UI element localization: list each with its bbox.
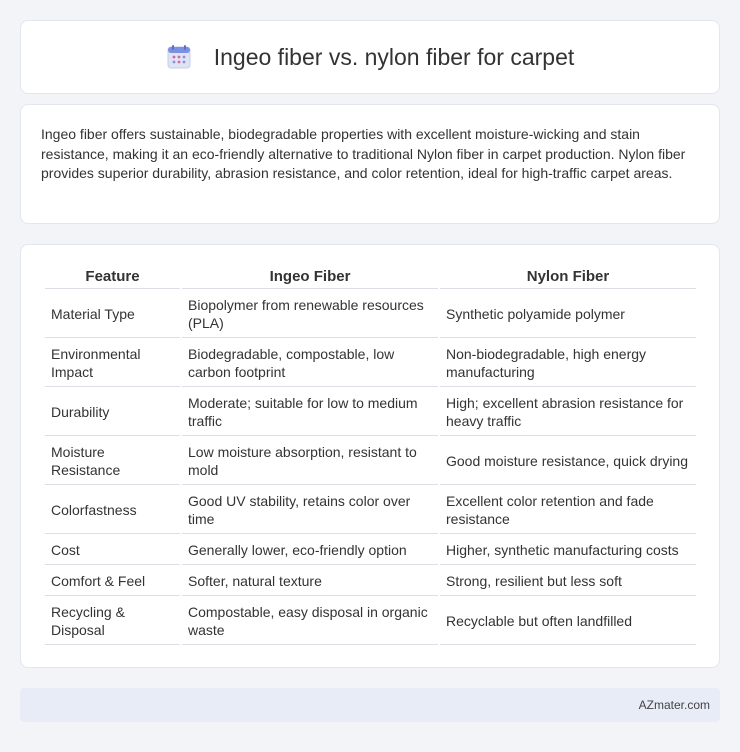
ingeo-cell: Low moisture absorption, resistant to mo…: [182, 438, 438, 485]
calendar-icon: [166, 44, 192, 70]
comparison-table: Feature Ingeo Fiber Nylon Fiber Material…: [43, 265, 698, 647]
feature-cell: Cost: [45, 536, 180, 565]
nylon-cell: Non-biodegradable, high energy manufactu…: [440, 340, 696, 387]
table-row: Material Type Biopolymer from renewable …: [45, 291, 696, 338]
column-header-ingeo: Ingeo Fiber: [182, 267, 438, 289]
nylon-cell: Excellent color retention and fade resis…: [440, 487, 696, 534]
comparison-table-card: Feature Ingeo Fiber Nylon Fiber Material…: [20, 244, 720, 668]
feature-cell: Recycling & Disposal: [45, 598, 180, 645]
ingeo-cell: Compostable, easy disposal in organic wa…: [182, 598, 438, 645]
ingeo-cell: Generally lower, eco-friendly option: [182, 536, 438, 565]
nylon-cell: Strong, resilient but less soft: [440, 567, 696, 596]
ingeo-cell: Moderate; suitable for low to medium tra…: [182, 389, 438, 436]
ingeo-cell: Biopolymer from renewable resources (PLA…: [182, 291, 438, 338]
summary-text: Ingeo fiber offers sustainable, biodegra…: [41, 126, 686, 181]
column-header-feature: Feature: [45, 267, 180, 289]
feature-cell: Environmental Impact: [45, 340, 180, 387]
feature-cell: Comfort & Feel: [45, 567, 180, 596]
nylon-cell: Synthetic polyamide polymer: [440, 291, 696, 338]
feature-cell: Durability: [45, 389, 180, 436]
ingeo-cell: Good UV stability, retains color over ti…: [182, 487, 438, 534]
nylon-cell: Good moisture resistance, quick drying: [440, 438, 696, 485]
ingeo-cell: Softer, natural texture: [182, 567, 438, 596]
nylon-cell: High; excellent abrasion resistance for …: [440, 389, 696, 436]
table-row: Durability Moderate; suitable for low to…: [45, 389, 696, 436]
nylon-cell: Higher, synthetic manufacturing costs: [440, 536, 696, 565]
table-row: Cost Generally lower, eco-friendly optio…: [45, 536, 696, 565]
table-row: Environmental Impact Biodegradable, comp…: [45, 340, 696, 387]
table-row: Comfort & Feel Softer, natural texture S…: [45, 567, 696, 596]
summary-card: Ingeo fiber offers sustainable, biodegra…: [20, 104, 720, 224]
page-title: Ingeo fiber vs. nylon fiber for carpet: [213, 43, 575, 70]
feature-cell: Colorfastness: [45, 487, 180, 534]
title-card: Ingeo fiber vs. nylon fiber for carpet: [20, 20, 720, 94]
nylon-cell: Recyclable but often landfilled: [440, 598, 696, 645]
feature-cell: Material Type: [45, 291, 180, 338]
feature-cell: Moisture Resistance: [45, 438, 180, 485]
table-header-row: Feature Ingeo Fiber Nylon Fiber: [45, 267, 696, 289]
ingeo-cell: Biodegradable, compostable, low carbon f…: [182, 340, 438, 387]
table-row: Recycling & Disposal Compostable, easy d…: [45, 598, 696, 645]
footer: AZmater.com: [20, 688, 720, 722]
footer-brand: AZmater.com: [638, 698, 710, 712]
table-row: Colorfastness Good UV stability, retains…: [45, 487, 696, 534]
table-row: Moisture Resistance Low moisture absorpt…: [45, 438, 696, 485]
column-header-nylon: Nylon Fiber: [440, 267, 696, 289]
